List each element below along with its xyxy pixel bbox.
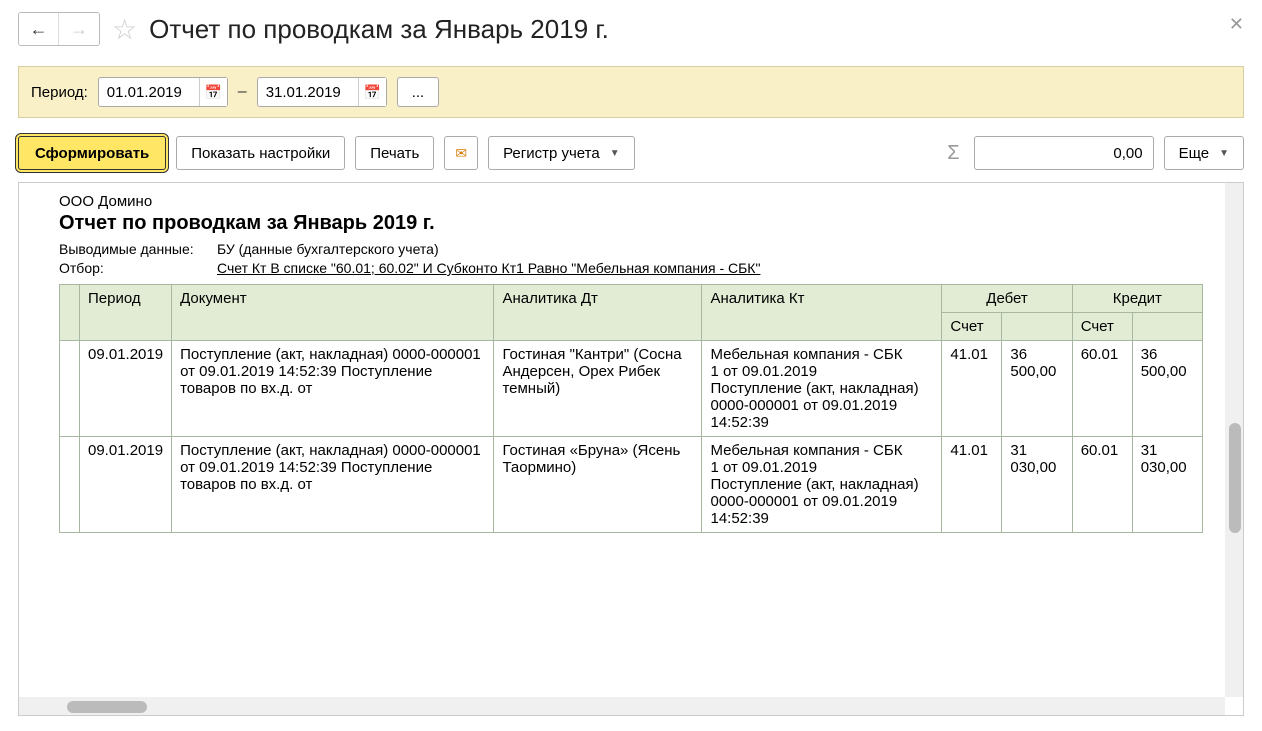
cell-credit-sum: 36 500,00 [1132,341,1202,437]
cell-credit-acct: 60.01 [1072,437,1132,533]
more-button[interactable]: Еще ▼ [1164,136,1244,170]
meta-data-value: БУ (данные бухгалтерского учета) [217,241,439,257]
col-debit-sum [1002,313,1072,341]
report-title: Отчет по проводкам за Январь 2019 г. [59,212,1203,235]
cell-document: Поступление (акт, накладная) 0000-000001… [172,341,494,437]
report-table: Период Документ Аналитика Дт Аналитика К… [59,284,1203,533]
report-container: ООО Домино Отчет по проводкам за Январь … [18,182,1244,716]
more-label: Еще [1179,145,1210,162]
favorite-star-icon[interactable]: ☆ [112,13,137,46]
cell-document: Поступление (акт, накладная) 0000-000001… [172,437,494,533]
calendar-icon[interactable]: 📅 [358,78,386,106]
period-label: Период: [31,84,88,101]
vertical-scrollbar[interactable] [1225,183,1243,697]
email-button[interactable]: ✉ [444,136,478,170]
report-header: ООО Домино Отчет по проводкам за Январь … [59,193,1203,276]
calendar-icon[interactable]: 📅 [199,78,227,106]
cell-period: 09.01.2019 [80,437,172,533]
col-period: Период [80,285,172,341]
expand-cell [60,437,80,533]
cell-debit-acct: 41.01 [942,437,1002,533]
show-settings-button[interactable]: Показать настройки [176,136,345,170]
meta-filter-label: Отбор: [59,260,209,276]
col-credit-sum [1132,313,1202,341]
table-row[interactable]: 09.01.2019Поступление (акт, накладная) 0… [60,437,1203,533]
back-button[interactable]: ← [19,13,59,45]
cell-analytics-dt: Гостиная «Бруна» (Ясень Таормино) [494,437,702,533]
cell-credit-sum: 31 030,00 [1132,437,1202,533]
org-name: ООО Домино [59,193,1203,210]
cell-analytics-dt: Гостиная "Кантри" (Сосна Андерсен, Орех … [494,341,702,437]
cell-debit-sum: 36 500,00 [1002,341,1072,437]
table-header-row: Период Документ Аналитика Дт Аналитика К… [60,285,1203,313]
col-analytics-dt: Аналитика Дт [494,285,702,341]
col-credit-acct: Счет [1072,313,1132,341]
col-document: Документ [172,285,494,341]
page-title: Отчет по проводкам за Январь 2019 г. [149,14,609,45]
table-row[interactable]: 09.01.2019Поступление (акт, накладная) 0… [60,341,1203,437]
dash-separator: – [238,83,247,101]
date-from-input[interactable] [99,80,199,105]
scrollbar-thumb[interactable] [67,701,147,713]
expand-cell [60,341,80,437]
register-label: Регистр учета [503,145,600,162]
nav-buttons: ← → [18,12,100,46]
sigma-icon: Σ [947,142,959,165]
meta-data-label: Выводимые данные: [59,241,209,257]
cell-analytics-kt: Мебельная компания - СБК 1 от 09.01.2019… [702,341,942,437]
col-analytics-kt: Аналитика Кт [702,285,942,341]
cell-analytics-kt: Мебельная компания - СБК 1 от 09.01.2019… [702,437,942,533]
col-debit-acct: Счет [942,313,1002,341]
toolbar: Сформировать Показать настройки Печать ✉… [18,136,1244,170]
date-to-input[interactable] [258,80,358,105]
cell-period: 09.01.2019 [80,341,172,437]
cell-debit-sum: 31 030,00 [1002,437,1072,533]
col-credit: Кредит [1072,285,1202,313]
scrollbar-thumb[interactable] [1229,423,1241,533]
cell-debit-acct: 41.01 [942,341,1002,437]
period-picker-button[interactable]: ... [397,77,440,107]
register-button[interactable]: Регистр учета ▼ [488,136,635,170]
date-from-field: 📅 [98,77,228,107]
col-debit: Дебет [942,285,1072,313]
expand-col [60,285,80,341]
close-icon[interactable]: ✕ [1229,14,1244,35]
chevron-down-icon: ▼ [610,148,620,159]
generate-button[interactable]: Сформировать [18,136,166,170]
horizontal-scrollbar[interactable] [19,697,1225,715]
envelope-icon: ✉ [455,145,467,162]
cell-credit-acct: 60.01 [1072,341,1132,437]
meta-filter-value: Счет Кт В списке "60.01; 60.02" И Субкон… [217,260,760,276]
print-button[interactable]: Печать [355,136,434,170]
period-bar: Период: 📅 – 📅 ... [18,66,1244,118]
sum-field[interactable] [974,136,1154,170]
forward-button[interactable]: → [59,13,99,45]
date-to-field: 📅 [257,77,387,107]
report-scroll[interactable]: ООО Домино Отчет по проводкам за Январь … [19,183,1243,715]
chevron-down-icon: ▼ [1219,148,1229,159]
